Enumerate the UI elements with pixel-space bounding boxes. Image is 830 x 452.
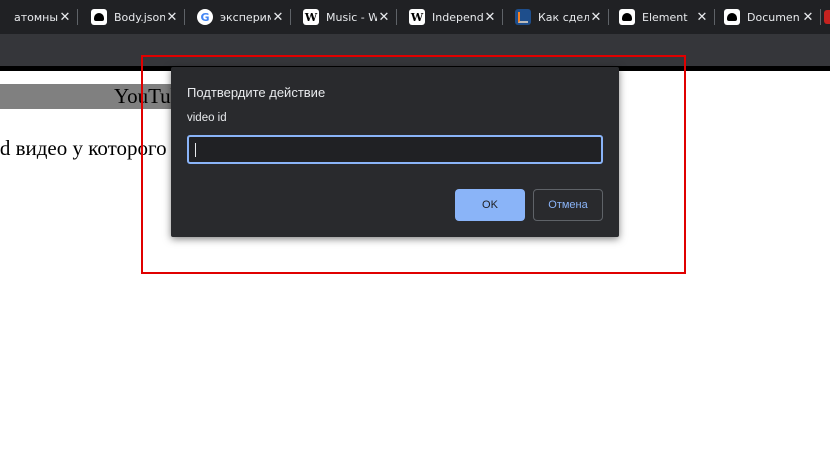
close-icon[interactable]: ✕ [377, 10, 391, 25]
close-icon[interactable]: ✕ [801, 10, 815, 25]
tab-title: Element [642, 10, 688, 24]
tab-body-json[interactable]: Body.json ✕ [78, 0, 185, 34]
tab-how-to[interactable]: Как сдел ✕ [503, 0, 609, 34]
tab-title: атомные [14, 10, 58, 24]
wikipedia-icon: W [303, 9, 319, 25]
tab-independent[interactable]: W Independ ✕ [397, 0, 503, 34]
tab-title: эксперим [220, 10, 271, 24]
highlight-box [141, 55, 686, 274]
google-icon: G [197, 9, 213, 25]
tab-partial[interactable] [821, 0, 830, 34]
wikipedia-icon: W [409, 9, 425, 25]
tab-title: Documen [747, 10, 800, 24]
close-icon[interactable]: ✕ [271, 10, 285, 25]
github-icon [724, 9, 740, 25]
close-icon[interactable]: ✕ [165, 10, 179, 25]
tab-document[interactable]: Documen ✕ [715, 0, 821, 34]
tab-atomic[interactable]: атомные ✕ [0, 0, 78, 34]
close-icon[interactable]: ✕ [695, 10, 709, 25]
close-icon[interactable]: ✕ [483, 10, 497, 25]
close-icon[interactable]: ✕ [589, 10, 603, 25]
stackoverflow-icon [515, 9, 531, 25]
tab-strip: атомные ✕ Body.json ✕ G эксперим ✕ W Mus… [0, 0, 830, 34]
tab-title: Body.json [114, 10, 165, 24]
close-icon[interactable]: ✕ [58, 10, 72, 25]
tab-experiment[interactable]: G эксперим ✕ [185, 0, 291, 34]
tab-partial-icon [824, 10, 830, 24]
tab-title: Как сдел [538, 10, 589, 24]
github-icon [91, 9, 107, 25]
tab-title: Music - W [326, 10, 377, 24]
tab-title: Independ [432, 10, 483, 24]
github-icon [619, 9, 635, 25]
tab-element[interactable]: Element ✕ [609, 0, 715, 34]
tab-music-wiki[interactable]: W Music - W ✕ [291, 0, 397, 34]
